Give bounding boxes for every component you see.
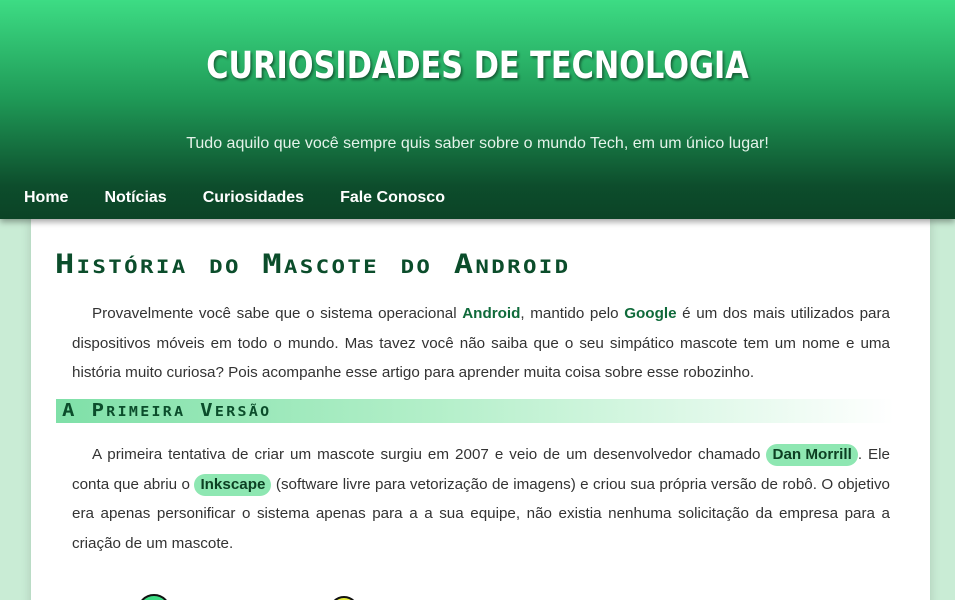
nav-item-curiosidades[interactable]: Curiosidades <box>203 189 304 207</box>
section1-text-1: A primeira tentativa de criar um mascote… <box>92 446 767 463</box>
google-highlight: Google <box>624 305 677 322</box>
intro-text-1: Provavelmente você sabe que o sistema op… <box>92 305 463 322</box>
section1-paragraph: A primeira tentativa de criar um mascote… <box>72 440 890 558</box>
dan-morrill-highlight: Dan Morrill <box>766 444 858 466</box>
intro-text-2: , mantido pelo <box>520 305 625 322</box>
site-header: CURIOSIDADES DE TECNOLOGIA Tudo aquilo q… <box>0 0 955 219</box>
site-title: CURIOSIDADES DE TECNOLOGIA <box>206 44 749 87</box>
section-title-primeira-versao: A Primeira Versão <box>62 400 272 421</box>
nav-item-fale-conosco[interactable]: Fale Conosco <box>340 189 445 207</box>
inkscape-highlight: Inkscape <box>194 473 272 496</box>
section-heading-bar: A Primeira Versão <box>56 399 894 423</box>
nav-item-home[interactable]: Home <box>24 189 68 207</box>
nav-item-noticias[interactable]: Notícias <box>104 189 166 207</box>
main-nav: Home Notícias Curiosidades Fale Conosco <box>24 189 481 207</box>
article-title: História do Mascote do Android <box>55 249 571 280</box>
article-container: História do Mascote do Android Provavelm… <box>31 219 930 600</box>
site-subtitle: Tudo aquilo que você sempre quis saber s… <box>186 135 769 152</box>
android-highlight: Android <box>462 305 521 322</box>
android-robot-green-image <box>141 594 167 600</box>
android-robot-yellow-image <box>333 596 355 600</box>
intro-paragraph: Provavelmente você sabe que o sistema op… <box>72 299 890 388</box>
